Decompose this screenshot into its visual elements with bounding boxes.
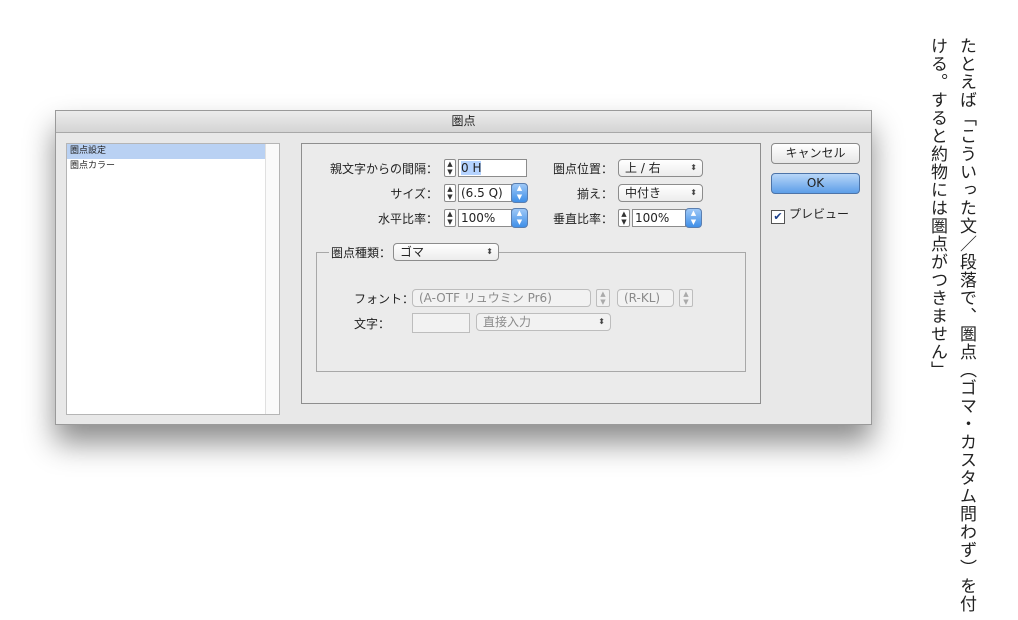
category-list: 圏点設定 圏点カラー bbox=[66, 143, 280, 415]
kenten-kind-group: 圏点種類： ゴマ ⬍ フォント： (A-OTF リュウミン Pr6) ▲ ▼ (R-… bbox=[316, 243, 746, 372]
ok-button[interactable]: OK bbox=[771, 173, 860, 194]
size-input[interactable]: (6.5 Q) bbox=[458, 184, 512, 202]
preview-label: プレビュー bbox=[789, 207, 850, 221]
hratio-stepper[interactable]: ▲ ▼ bbox=[444, 209, 456, 227]
style-select[interactable]: (R-KL) bbox=[617, 289, 674, 307]
spacing-input[interactable]: 0 H bbox=[458, 159, 527, 177]
font-stepper[interactable]: ▲ ▼ bbox=[596, 289, 610, 307]
size-label: サイズ： bbox=[390, 187, 438, 201]
kind-select[interactable]: ゴマ ⬍ bbox=[393, 243, 499, 261]
hratio-dropdown-button[interactable]: ▲ ▼ bbox=[511, 208, 528, 228]
hratio-input[interactable]: 100% bbox=[458, 209, 512, 227]
category-item-settings[interactable]: 圏点設定 bbox=[67, 144, 265, 159]
kenten-dialog: 圏点 圏点設定 圏点カラー 親文字からの間隔： ▲ ▼ 0 H サイズ： ▲ ▼ (… bbox=[55, 110, 872, 425]
vratio-label: 垂直比率： bbox=[552, 212, 613, 226]
align-select[interactable]: 中付き ⬍ bbox=[618, 184, 703, 202]
preview-checkbox[interactable]: ✔ プレビュー bbox=[771, 205, 849, 224]
size-dropdown-button[interactable]: ▲ ▼ bbox=[511, 183, 528, 203]
size-stepper[interactable]: ▲ ▼ bbox=[444, 184, 456, 202]
spacing-label: 親文字からの間隔： bbox=[329, 162, 438, 176]
char-input[interactable] bbox=[412, 313, 470, 333]
settings-panel: 親文字からの間隔： ▲ ▼ 0 H サイズ： ▲ ▼ (6.5 Q) ▲ ▼ 水平比率… bbox=[301, 143, 761, 404]
category-item-color[interactable]: 圏点カラー bbox=[67, 159, 265, 174]
vratio-stepper[interactable]: ▲ ▼ bbox=[618, 209, 630, 227]
vratio-input[interactable]: 100% bbox=[632, 209, 686, 227]
char-label: 文字： bbox=[354, 317, 391, 331]
category-list-scrollbar[interactable] bbox=[265, 144, 279, 414]
spacing-value: 0 H bbox=[461, 161, 482, 175]
position-label: 圏点位置： bbox=[552, 162, 613, 176]
style-stepper[interactable]: ▲ ▼ bbox=[679, 289, 693, 307]
kind-label: 圏点種類： bbox=[329, 244, 394, 261]
cancel-button[interactable]: キャンセル bbox=[771, 143, 860, 164]
input-mode-select[interactable]: 直接入力 ⬍ bbox=[476, 313, 611, 331]
align-label: 揃え： bbox=[576, 187, 613, 201]
hratio-label: 水平比率： bbox=[377, 212, 438, 226]
vratio-dropdown-button[interactable]: ▲ ▼ bbox=[685, 208, 702, 228]
font-select[interactable]: (A-OTF リュウミン Pr6) bbox=[412, 289, 591, 307]
side-text-line-2: ける。すると約物には圏点がつきません」 bbox=[927, 37, 947, 379]
font-label: フォント： bbox=[354, 292, 415, 306]
check-icon: ✔ bbox=[771, 210, 785, 224]
position-select[interactable]: 上 / 右 ⬍ bbox=[618, 159, 703, 177]
dialog-title: 圏点 bbox=[56, 111, 871, 133]
side-text-line-1: たとえば「こういった文／段落で、圏点（ゴマ・カスタム問わず）を付 bbox=[956, 37, 976, 613]
spacing-stepper[interactable]: ▲ ▼ bbox=[444, 159, 456, 177]
